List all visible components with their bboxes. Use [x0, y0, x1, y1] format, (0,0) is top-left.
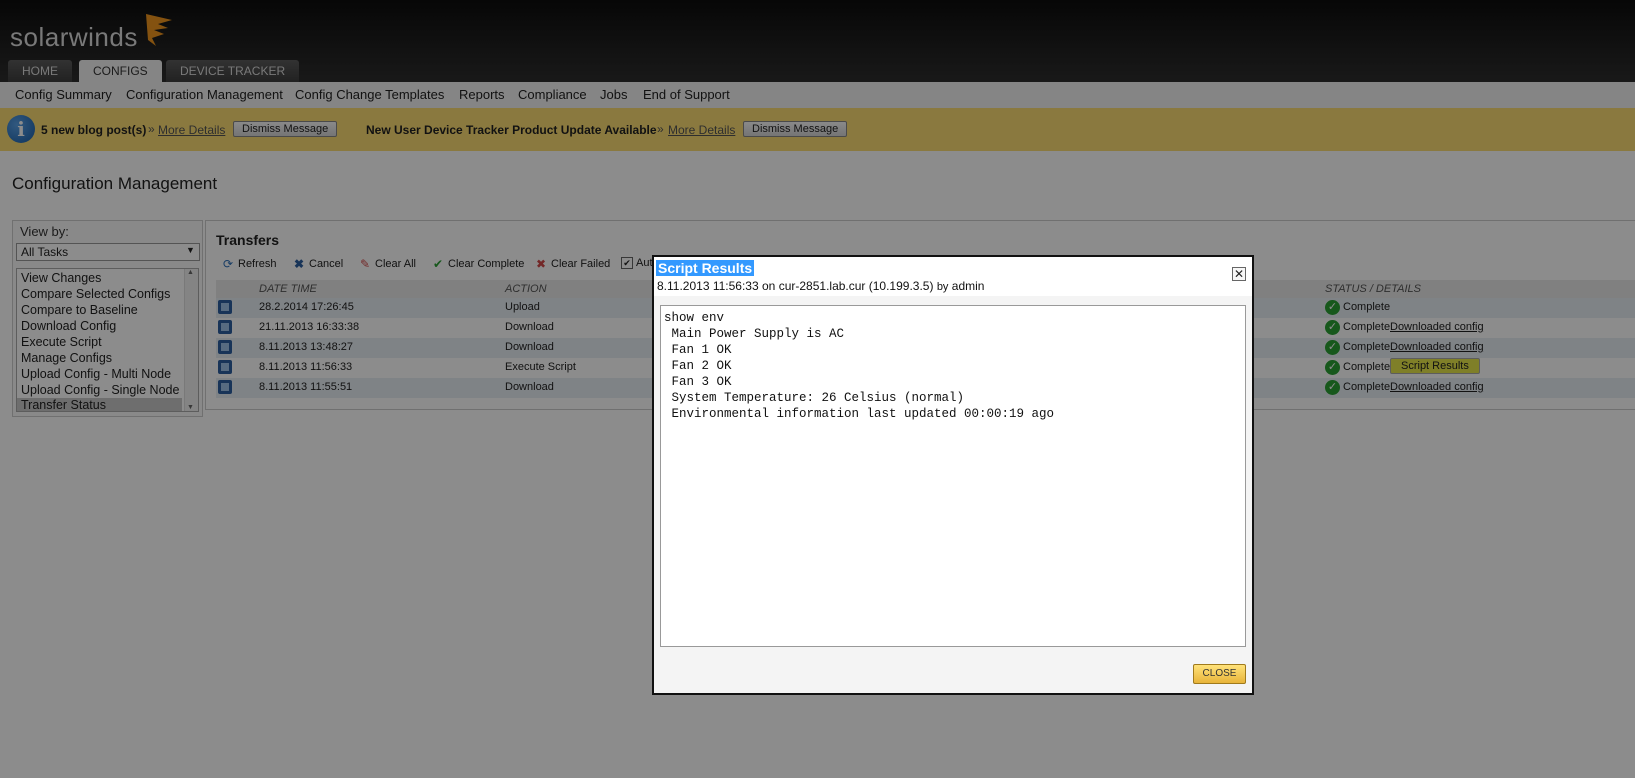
subtitle-on: on [762, 279, 776, 293]
close-button[interactable]: CLOSE [1193, 664, 1246, 684]
dialog-title: Script Results [656, 260, 755, 276]
script-node: cur-2851.lab.cur (10.199.3.5) [778, 279, 934, 293]
close-icon[interactable]: ✕ [1232, 267, 1246, 281]
script-datetime: 8.11.2013 11:56:33 [657, 279, 759, 293]
script-user: admin [951, 279, 985, 293]
script-output-area[interactable]: show env Main Power Supply is AC Fan 1 O… [660, 305, 1246, 647]
subtitle-by: by [936, 281, 949, 293]
dialog-subtitle: 8.11.2013 11:56:33 on cur-2851.lab.cur (… [657, 279, 984, 293]
script-output-text: show env Main Power Supply is AC Fan 1 O… [664, 311, 1055, 421]
